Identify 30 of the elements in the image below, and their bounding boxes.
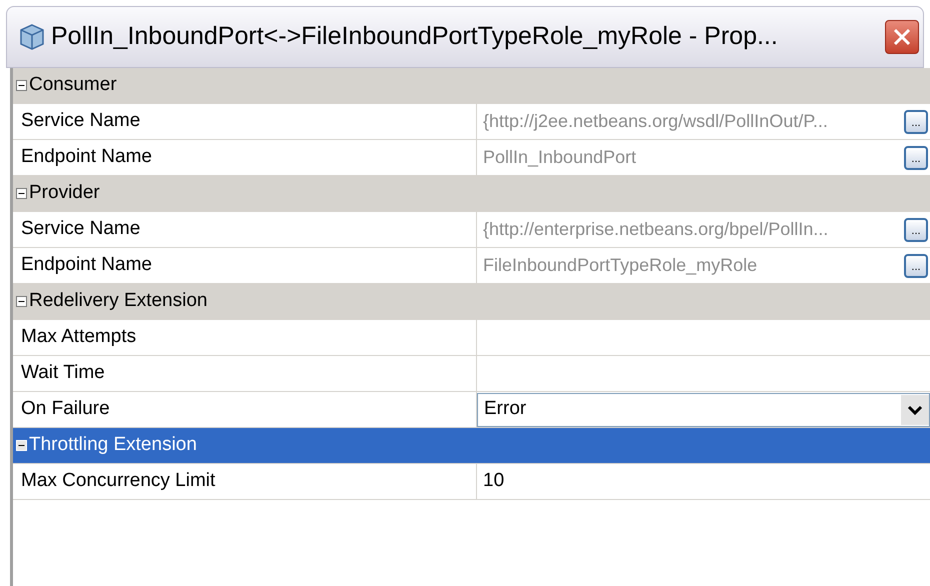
- collapse-icon[interactable]: [16, 188, 27, 199]
- property-name: Max Concurrency Limit: [21, 469, 216, 494]
- property-value: 10: [482, 469, 504, 494]
- property-name: On Failure: [21, 397, 110, 422]
- property-name: Endpoint Name: [21, 145, 152, 170]
- section-header[interactable]: Provider: [13, 176, 930, 212]
- collapse-icon[interactable]: [16, 296, 27, 307]
- property-name: Wait Time: [21, 361, 105, 386]
- property-name: Service Name: [21, 217, 140, 242]
- ellipsis-button[interactable]: ...: [904, 218, 928, 242]
- section-header[interactable]: Redelivery Extension: [13, 284, 930, 320]
- close-button[interactable]: [885, 20, 919, 54]
- ellipsis-button[interactable]: ...: [904, 146, 928, 170]
- window-title: PollIn_InboundPort<->FileInboundPortTypeRole_myRole - Prop...: [51, 21, 779, 52]
- failure-dropdown[interactable]: Error: [477, 392, 930, 426]
- collapse-icon[interactable]: [16, 80, 27, 91]
- property-value: {http://j2ee.netbeans.org/wsdl/PollInOut/P...: [483, 110, 829, 133]
- close-icon: [892, 27, 912, 47]
- cube-icon: [19, 23, 45, 51]
- ellipsis-button[interactable]: ...: [904, 110, 928, 134]
- property-name: Endpoint Name: [21, 253, 152, 278]
- section-header[interactable]: Consumer: [13, 68, 930, 104]
- property-value: {http://enterprise.netbeans.org/bpel/PollIn...: [483, 218, 830, 241]
- property-value: PollIn_InboundPort: [483, 146, 638, 169]
- ellipsis-button[interactable]: ...: [904, 254, 928, 278]
- property-value: FileInboundPortTypeRole_myRole: [483, 254, 758, 277]
- section-header[interactable]: Throttling Extension: [13, 428, 930, 464]
- chevron-down-icon[interactable]: [901, 394, 929, 424]
- property-name: Max Attempts: [21, 325, 136, 350]
- property-name: Service Name: [21, 109, 140, 134]
